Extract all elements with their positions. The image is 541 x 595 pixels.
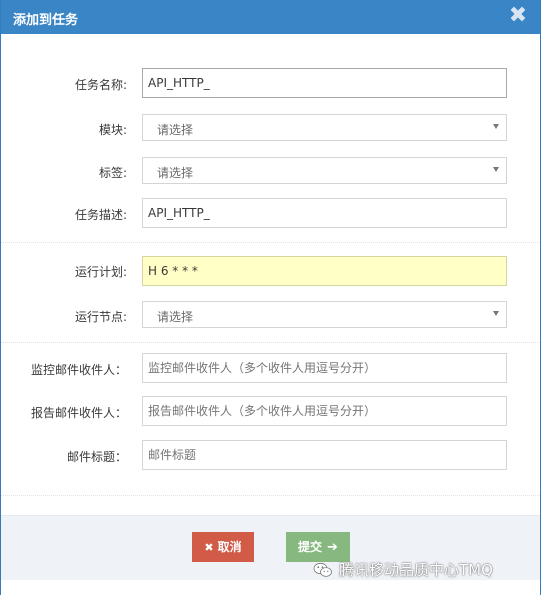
section-divider: [1, 242, 540, 243]
node-label: 运行节点:: [74, 310, 127, 324]
mail-subject-label: 邮件标题：: [66, 450, 127, 464]
watermark: 腾讯移动品质中心TMQ: [313, 559, 493, 579]
arrow-right-icon: ➔: [327, 540, 338, 555]
submit-button[interactable]: 提交 ➔: [286, 532, 350, 562]
task-name-label: 任务名称:: [74, 78, 127, 92]
tag-select[interactable]: 请选择: [142, 157, 507, 184]
chevron-down-icon: [493, 311, 499, 316]
schedule-label: 运行计划:: [74, 265, 127, 279]
task-desc-input[interactable]: [142, 198, 507, 228]
schedule-row: 运行计划:: [1, 256, 540, 286]
cancel-button[interactable]: ✖ 取消: [192, 532, 254, 562]
tag-label: 标签:: [98, 166, 127, 180]
chevron-down-icon: [493, 124, 499, 129]
module-select[interactable]: 请选择: [142, 114, 507, 141]
dialog-header: 添加到任务 ✖: [1, 0, 540, 34]
monitor-recipients-input[interactable]: [142, 353, 507, 383]
node-select-value: 请选择: [157, 310, 194, 324]
wechat-icon: [313, 562, 332, 577]
cancel-button-label: 取消: [217, 540, 242, 554]
tag-row: 标签: 请选择: [1, 157, 540, 187]
monitor-recipients-label: 监控邮件收件人：: [30, 363, 127, 377]
module-select-value: 请选择: [157, 123, 194, 137]
add-to-task-dialog: 添加到任务 ✖ 任务名称: 模块: 请选择 标签: 请选择 任务描述: 运行计划…: [0, 0, 541, 595]
monitor-recipients-row: 监控邮件收件人：: [1, 353, 540, 383]
module-label: 模块:: [98, 123, 127, 137]
task-name-input[interactable]: [142, 68, 507, 98]
report-recipients-input[interactable]: [142, 396, 507, 426]
mail-subject-row: 邮件标题：: [1, 440, 540, 470]
task-name-row: 任务名称:: [1, 68, 540, 98]
section-divider: [1, 495, 540, 496]
report-recipients-label: 报告邮件收件人：: [30, 406, 127, 420]
schedule-input[interactable]: [142, 256, 507, 286]
mail-subject-input[interactable]: [142, 440, 507, 470]
task-desc-label: 任务描述:: [74, 208, 127, 222]
node-row: 运行节点: 请选择: [1, 301, 540, 331]
chevron-down-icon: [493, 167, 499, 172]
report-recipients-row: 报告邮件收件人：: [1, 396, 540, 426]
dialog-title: 添加到任务: [13, 13, 79, 28]
task-desc-row: 任务描述:: [1, 198, 540, 228]
node-select[interactable]: 请选择: [142, 301, 507, 328]
tag-select-value: 请选择: [157, 166, 194, 180]
module-row: 模块: 请选择: [1, 114, 540, 144]
section-divider: [1, 342, 540, 343]
watermark-text: 腾讯移动品质中心TMQ: [339, 561, 493, 579]
submit-button-label: 提交: [298, 540, 323, 554]
close-icon: ✖: [204, 541, 214, 554]
close-icon[interactable]: ✖: [506, 3, 530, 29]
